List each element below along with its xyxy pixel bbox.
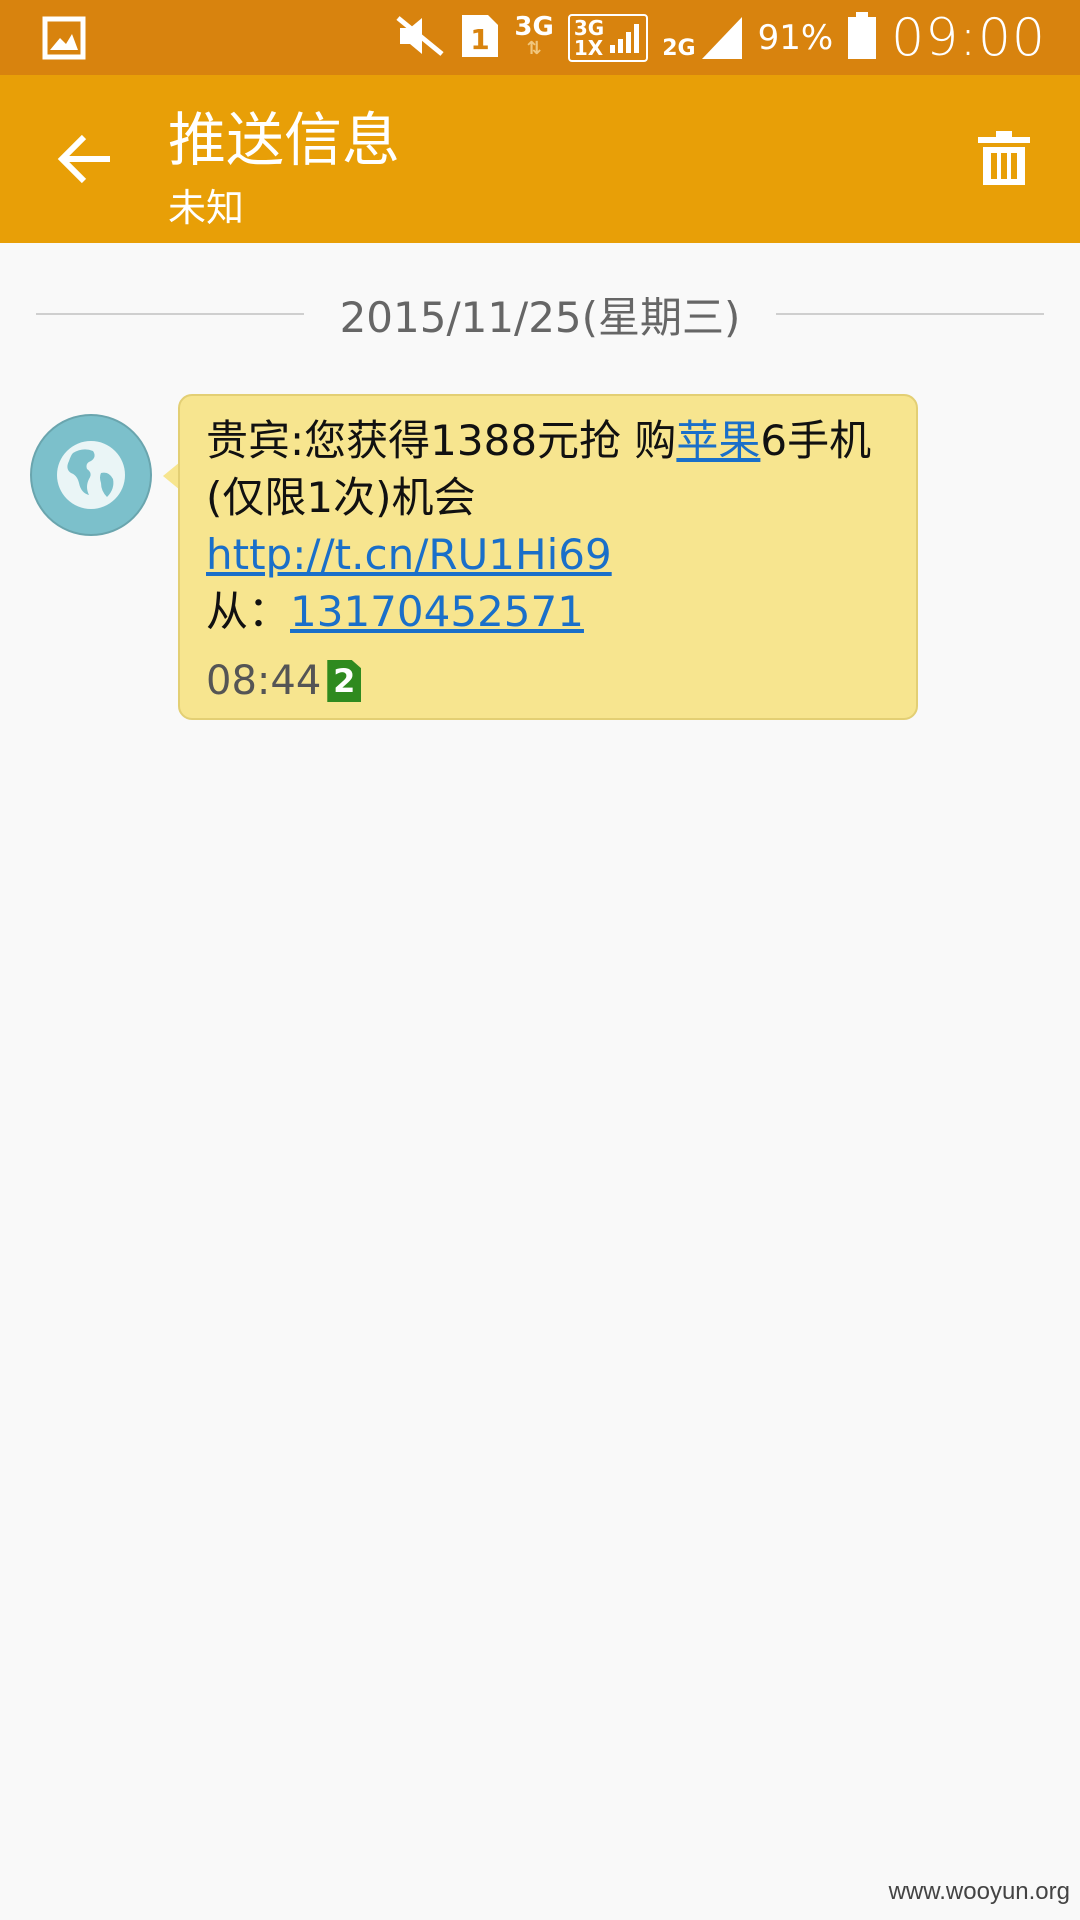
back-button[interactable] xyxy=(54,127,118,191)
app-bar: 推送信息 未知 xyxy=(0,75,1080,243)
message-time: 08:44 xyxy=(206,658,322,704)
clock: 09:00 xyxy=(891,7,1046,68)
signal-bars-icon xyxy=(610,23,640,53)
message-body: 贵宾:您获得1388元抢 购苹果6手机(仅限1次)机会 http://t.cn/R… xyxy=(206,412,890,640)
keyword-link[interactable]: 苹果 xyxy=(676,416,760,465)
svg-text:1: 1 xyxy=(471,23,490,56)
sim-2-badge-icon: 2 xyxy=(327,660,362,702)
network-2g-signal: 2G xyxy=(662,15,743,61)
phone-number-link[interactable]: 13170452571 xyxy=(290,587,584,636)
delete-button[interactable] xyxy=(974,129,1034,189)
message-text-part1: 贵宾:您获得1388元抢 购 xyxy=(206,416,677,465)
status-bar: 1 3G ⇅ 3G 1X 2G 91% 09:00 xyxy=(0,0,1080,75)
sim-1-icon: 1 xyxy=(460,13,500,63)
sender-avatar[interactable] xyxy=(30,414,152,536)
network-3g-1x-signal: 3G 1X xyxy=(567,13,649,62)
from-label: 从： xyxy=(206,587,291,636)
conversation-title: 推送信息 xyxy=(168,106,401,174)
message-meta: 08:44 2 xyxy=(206,658,890,704)
gallery-notification-icon xyxy=(42,16,86,64)
conversation-subtitle: 未知 xyxy=(168,186,245,230)
url-link[interactable]: http://t.cn/RU1Hi69 xyxy=(206,530,612,579)
message-bubble[interactable]: 贵宾:您获得1388元抢 购苹果6手机(仅限1次)机会 http://t.cn/R… xyxy=(178,394,918,720)
network-3g-indicator: 3G ⇅ xyxy=(514,11,554,59)
divider-line-right xyxy=(776,313,1045,315)
watermark: www.wooyun.org xyxy=(888,1878,1070,1905)
arrow-back-icon xyxy=(57,134,110,184)
status-icons: 1 3G ⇅ 3G 1X 2G 91% 09:00 xyxy=(394,0,1046,75)
date-label: 2015/11/25(星期三) xyxy=(339,292,741,342)
trash-icon xyxy=(978,131,1030,185)
battery-icon xyxy=(847,11,877,64)
divider-line-left xyxy=(36,313,304,315)
battery-percent: 91% xyxy=(757,17,834,58)
signal-bars-icon xyxy=(701,16,742,59)
date-divider: 2015/11/25(星期三) xyxy=(36,288,1045,342)
vibrate-off-icon xyxy=(394,14,446,62)
globe-icon xyxy=(57,441,125,509)
